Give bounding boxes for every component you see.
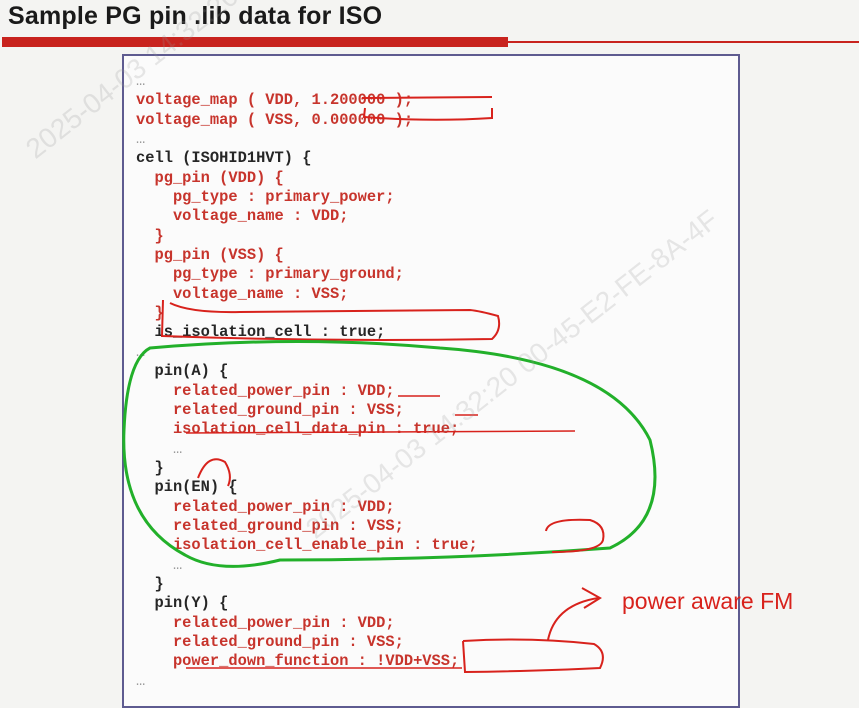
code-line: voltage_map ( VSS, 0.000000 );: [136, 110, 414, 129]
code-line: isolation_cell_data_pin : true;: [136, 420, 460, 439]
code-line: pg_type : primary_power;: [136, 188, 395, 207]
code-line: related_power_pin : VDD;: [136, 613, 395, 632]
code-line: cell (ISOHID1HVT) {: [136, 149, 312, 168]
code-line: …: [136, 671, 146, 690]
code-line: …: [136, 72, 146, 90]
code-line: pg_type : primary_ground;: [136, 265, 404, 284]
title-underline-bar: [2, 37, 508, 47]
code-line: power_down_function : !VDD+VSS;: [136, 652, 460, 671]
code-line: …: [136, 555, 183, 574]
code-line: isolation_cell_enable_pin : true;: [136, 536, 478, 555]
power-aware-fm-annotation: power aware FM: [622, 588, 794, 614]
code-line: …: [136, 439, 183, 458]
code-line: pin(A) {: [136, 362, 229, 381]
code-line: }: [136, 304, 164, 323]
code-line: pg_pin (VDD) {: [136, 168, 284, 187]
code-line: voltage_name : VSS;: [136, 284, 349, 303]
code-line: voltage_name : VDD;: [136, 207, 349, 226]
code-line: is_isolation_cell : true;: [136, 323, 386, 342]
code-line: related_power_pin : VDD;: [136, 381, 395, 400]
code-line: related_power_pin : VDD;: [136, 497, 395, 516]
code-line: related_ground_pin : VSS;: [136, 400, 404, 419]
code-line: related_ground_pin : VSS;: [136, 632, 404, 651]
code-line: voltage_map ( VDD, 1.200000 );: [136, 91, 414, 110]
code-line: related_ground_pin : VSS;: [136, 516, 404, 535]
code-line: }: [136, 226, 164, 245]
title-underline-line: [508, 41, 859, 43]
slide-title: Sample PG pin .lib data for ISO: [8, 2, 383, 30]
code-line: }: [136, 458, 164, 477]
lib-code-block: … voltage_map ( VDD, 1.200000 ); voltage_m…: [136, 72, 478, 691]
code-line: …: [136, 342, 146, 361]
code-line: pin(EN) {: [136, 478, 238, 497]
code-line: pin(Y) {: [136, 594, 229, 613]
code-line: …: [136, 130, 146, 149]
code-line: pg_pin (VSS) {: [136, 246, 284, 265]
code-line: }: [136, 574, 164, 593]
